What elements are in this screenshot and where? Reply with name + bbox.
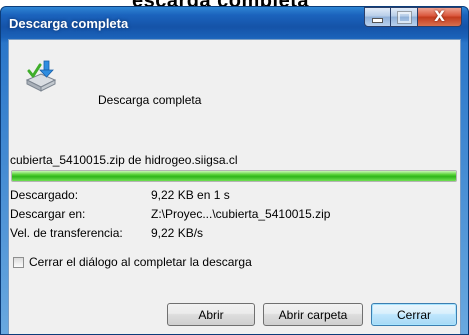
dialog-client-area: Descarga completa cubierta_5410015.zip d… (8, 39, 461, 334)
close-icon: X (434, 9, 445, 25)
title-bar[interactable]: Descarga completa X (1, 7, 468, 39)
caption-buttons: X (364, 7, 462, 29)
minimize-button[interactable] (364, 7, 391, 27)
destination-label: Descargar en: (10, 207, 86, 221)
header-title: Descarga completa (98, 93, 202, 107)
close-button[interactable]: X (418, 7, 462, 27)
close-on-complete-checkbox[interactable] (13, 256, 24, 268)
close-on-complete-label[interactable]: Cerrar el diálogo al completar la descar… (29, 255, 252, 269)
downloaded-value: 9,22 KB en 1 s (151, 188, 230, 202)
maximize-icon (391, 8, 417, 26)
transfer-rate-value: 9,22 KB/s (151, 226, 204, 240)
progress-fill (12, 171, 456, 181)
destination-value: Z:\Proyec...\cubierta_5410015.zip (151, 207, 331, 221)
download-file-source: cubierta_5410015.zip de hidrogeo.siigsa.… (10, 153, 238, 167)
close-on-complete-option[interactable]: Cerrar el diálogo al completar la descar… (13, 255, 252, 269)
downloaded-label: Descargado: (10, 188, 79, 202)
maximize-button (391, 7, 418, 27)
minimize-icon (365, 8, 390, 26)
close-dialog-button[interactable]: Cerrar (371, 303, 457, 326)
download-progress-bar (11, 170, 457, 182)
transfer-rate-label: Vel. de transferencia: (10, 226, 123, 240)
download-complete-icon (25, 60, 57, 92)
download-dialog: Descarga completa X Descarga completa cu… (0, 6, 469, 335)
open-button[interactable]: Abrir (167, 303, 255, 326)
window-title: Descarga completa (9, 16, 129, 31)
open-folder-button[interactable]: Abrir carpeta (263, 303, 363, 326)
